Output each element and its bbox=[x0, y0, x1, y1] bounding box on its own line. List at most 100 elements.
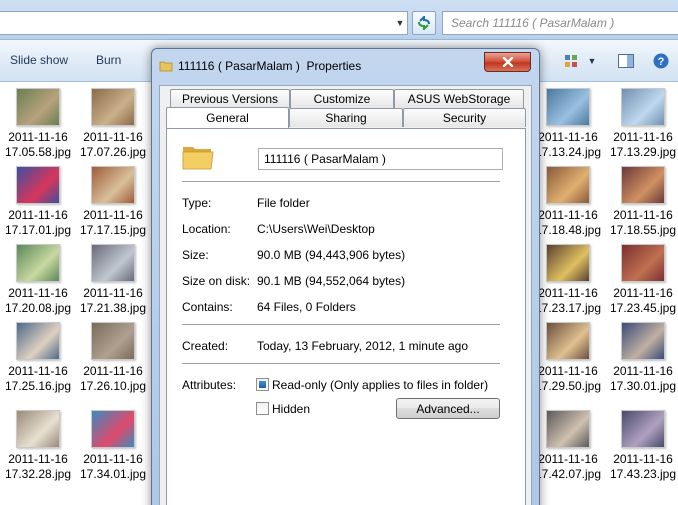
thumbnail-image bbox=[91, 410, 135, 448]
thumbnail-image bbox=[16, 410, 60, 448]
file-item[interactable]: 2011-11-16 17.07.26.jpg bbox=[75, 88, 151, 160]
file-item[interactable]: 2011-11-16 17.23.17.jpg bbox=[530, 244, 606, 316]
readonly-label[interactable]: Read-only (Only applies to files in fold… bbox=[272, 378, 488, 392]
help-icon[interactable]: ? bbox=[652, 52, 670, 70]
thumbnail-image bbox=[546, 166, 590, 204]
dialog-body: Previous Versions Customize ASUS WebStor… bbox=[159, 85, 532, 505]
address-dropdown-icon[interactable]: ▼ bbox=[391, 11, 409, 35]
file-name-label: 2011-11-16 17.17.01.jpg bbox=[4, 208, 72, 237]
thumbnail-image bbox=[621, 410, 665, 448]
separator bbox=[182, 363, 500, 365]
thumbnail-image bbox=[91, 322, 135, 360]
separator bbox=[182, 324, 500, 326]
slideshow-button[interactable]: Slide show bbox=[10, 53, 68, 67]
thumbnail-image bbox=[621, 244, 665, 282]
thumbnail-image bbox=[16, 322, 60, 360]
location-label: Location: bbox=[182, 222, 231, 236]
file-item[interactable]: 2011-11-16 17.34.01.jpg bbox=[75, 410, 151, 482]
file-item[interactable]: 2011-11-16 17.25.16.jpg bbox=[0, 322, 76, 394]
file-name-label: 2011-11-16 17.17.15.jpg bbox=[79, 208, 147, 237]
created-value: Today, 13 February, 2012, 1 minute ago bbox=[257, 339, 469, 353]
file-name-label: 2011-11-16 17.42.07.jpg bbox=[534, 452, 602, 481]
file-item[interactable]: 2011-11-16 17.18.55.jpg bbox=[605, 166, 678, 238]
search-input[interactable]: Search 111116 ( PasarMalam ) bbox=[442, 11, 678, 35]
file-item[interactable]: 2011-11-16 17.32.28.jpg bbox=[0, 410, 76, 482]
created-label: Created: bbox=[182, 339, 229, 353]
contains-value: 64 Files, 0 Folders bbox=[257, 300, 356, 314]
hidden-checkbox[interactable] bbox=[256, 402, 269, 415]
dialog-title: 111116 ( PasarMalam ) Properties bbox=[178, 59, 362, 73]
file-item[interactable]: 2011-11-16 17.17.15.jpg bbox=[75, 166, 151, 238]
file-item[interactable]: 2011-11-16 17.29.50.jpg bbox=[530, 322, 606, 394]
file-item[interactable]: 2011-11-16 17.13.29.jpg bbox=[605, 88, 678, 160]
file-name-label: 2011-11-16 17.21.38.jpg bbox=[79, 286, 147, 315]
file-item[interactable]: 2011-11-16 17.17.01.jpg bbox=[0, 166, 76, 238]
view-dropdown-icon[interactable]: ▼ bbox=[586, 52, 598, 70]
close-icon bbox=[502, 57, 513, 67]
tab-sharing[interactable]: Sharing bbox=[289, 108, 403, 127]
size-on-disk-value: 90.1 MB (94,552,064 bytes) bbox=[257, 274, 406, 288]
file-item[interactable]: 2011-11-16 17.20.08.jpg bbox=[0, 244, 76, 316]
file-item[interactable]: 2011-11-16 17.42.07.jpg bbox=[530, 410, 606, 482]
view-icon[interactable] bbox=[562, 52, 580, 70]
thumbnail-image bbox=[91, 88, 135, 126]
tab-security[interactable]: Security bbox=[403, 108, 526, 127]
file-item[interactable]: 2011-11-16 17.26.10.jpg bbox=[75, 322, 151, 394]
file-name-label: 2011-11-16 17.13.24.jpg bbox=[534, 130, 602, 159]
file-name-label: 2011-11-16 17.26.10.jpg bbox=[79, 364, 147, 393]
file-item[interactable]: 2011-11-16 17.43.23.jpg bbox=[605, 410, 678, 482]
tab-previous-versions[interactable]: Previous Versions bbox=[170, 89, 290, 108]
file-name-label: 2011-11-16 17.29.50.jpg bbox=[534, 364, 602, 393]
file-name-label: 2011-11-16 17.30.01.jpg bbox=[609, 364, 677, 393]
file-item[interactable]: 2011-11-16 17.23.45.jpg bbox=[605, 244, 678, 316]
thumbnail-image bbox=[621, 88, 665, 126]
file-name-label: 2011-11-16 17.18.55.jpg bbox=[609, 208, 677, 237]
separator bbox=[182, 181, 500, 183]
properties-dialog: 111116 ( PasarMalam ) Properties Previou… bbox=[151, 48, 540, 505]
thumbnail-image bbox=[546, 244, 590, 282]
address-box[interactable] bbox=[0, 11, 408, 35]
file-item[interactable]: 2011-11-16 17.30.01.jpg bbox=[605, 322, 678, 394]
contains-label: Contains: bbox=[182, 300, 233, 314]
tab-customize[interactable]: Customize bbox=[290, 89, 394, 108]
file-name-label: 2011-11-16 17.05.58.jpg bbox=[4, 130, 72, 159]
preview-pane-icon[interactable] bbox=[617, 52, 635, 70]
hidden-label[interactable]: Hidden bbox=[272, 402, 310, 416]
size-label: Size: bbox=[182, 248, 209, 262]
file-name-label: 2011-11-16 17.34.01.jpg bbox=[79, 452, 147, 481]
type-value: File folder bbox=[257, 196, 310, 210]
folder-icon bbox=[159, 59, 173, 76]
general-panel bbox=[166, 128, 526, 505]
folder-name-field[interactable]: 111116 ( PasarMalam ) bbox=[258, 148, 503, 170]
file-item[interactable]: 2011-11-16 17.13.24.jpg bbox=[530, 88, 606, 160]
file-item[interactable]: 2011-11-16 17.21.38.jpg bbox=[75, 244, 151, 316]
address-bar-area: ▼ Search 111116 ( PasarMalam ) bbox=[0, 0, 678, 40]
thumbnail-image bbox=[546, 322, 590, 360]
size-value: 90.0 MB (94,443,906 bytes) bbox=[257, 248, 406, 262]
refresh-icon bbox=[418, 16, 430, 30]
large-folder-icon bbox=[181, 139, 215, 176]
file-item[interactable]: 2011-11-16 17.05.58.jpg bbox=[0, 88, 76, 160]
file-name-label: 2011-11-16 17.18.48.jpg bbox=[534, 208, 602, 237]
file-item[interactable]: 2011-11-16 17.18.48.jpg bbox=[530, 166, 606, 238]
attributes-label: Attributes: bbox=[182, 378, 237, 392]
advanced-button[interactable]: Advanced... bbox=[396, 398, 500, 419]
burn-button[interactable]: Burn bbox=[96, 53, 121, 67]
refresh-button[interactable] bbox=[412, 11, 436, 35]
location-value: C:\Users\Wei\Desktop bbox=[257, 222, 375, 236]
file-name-label: 2011-11-16 17.20.08.jpg bbox=[4, 286, 72, 315]
readonly-checkbox[interactable] bbox=[256, 378, 269, 391]
thumbnail-image bbox=[546, 410, 590, 448]
file-name-label: 2011-11-16 17.43.23.jpg bbox=[609, 452, 677, 481]
thumbnail-image bbox=[621, 322, 665, 360]
thumbnail-image bbox=[621, 166, 665, 204]
file-name-label: 2011-11-16 17.23.17.jpg bbox=[534, 286, 602, 315]
type-label: Type: bbox=[182, 196, 212, 210]
svg-text:?: ? bbox=[658, 56, 665, 68]
tab-asus-webstorage[interactable]: ASUS WebStorage bbox=[394, 89, 524, 108]
thumbnail-image bbox=[91, 244, 135, 282]
tab-general[interactable]: General bbox=[166, 107, 289, 128]
thumbnail-image bbox=[16, 88, 60, 126]
file-name-label: 2011-11-16 17.13.29.jpg bbox=[609, 130, 677, 159]
close-button[interactable] bbox=[484, 52, 531, 72]
